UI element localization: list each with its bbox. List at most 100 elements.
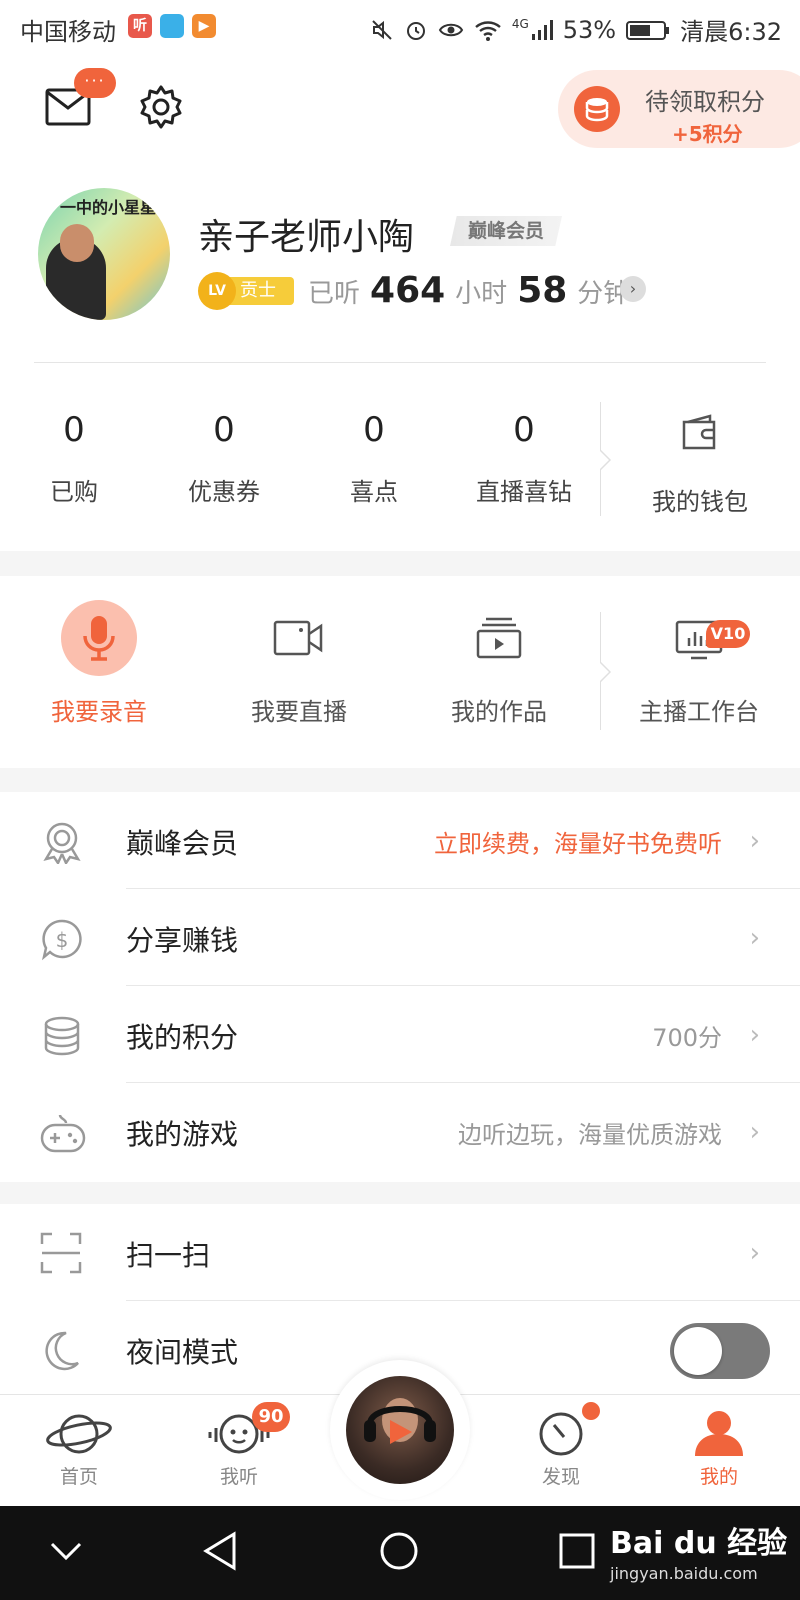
chevron-right-icon[interactable]: › bbox=[620, 276, 646, 302]
wallet-icon bbox=[682, 414, 716, 450]
microphone-icon bbox=[83, 616, 115, 661]
network-type: 4G bbox=[511, 16, 529, 31]
chevron-right-icon: › bbox=[749, 1238, 760, 1268]
chevron-down-icon[interactable] bbox=[46, 1536, 86, 1566]
stat-value: 0 bbox=[213, 410, 235, 450]
recents-icon[interactable] bbox=[558, 1532, 596, 1570]
menu-item-promo: 立即续费，海量好书免费听 bbox=[434, 830, 722, 858]
video-app-icon: ▶ bbox=[192, 14, 216, 38]
menu-item-title: 我的积分 bbox=[126, 1021, 239, 1054]
tab-label: 我的 bbox=[699, 1466, 738, 1488]
divider bbox=[34, 362, 766, 363]
listen-prefix: 已听 bbox=[308, 279, 361, 309]
listen-hours-unit: 小时 bbox=[455, 279, 508, 309]
moon-icon bbox=[45, 1331, 79, 1371]
live-label: 我要直播 bbox=[251, 698, 347, 726]
gamepad-icon bbox=[40, 1114, 86, 1153]
clock: 清晨6:32 bbox=[680, 18, 782, 46]
studio-label: 主播工作台 bbox=[639, 698, 759, 726]
battery-icon bbox=[626, 20, 670, 40]
coin-icon bbox=[574, 86, 620, 132]
menu-item-scan[interactable]: 扫一扫 › bbox=[0, 1204, 800, 1301]
menu-item-title: 扫一扫 bbox=[126, 1239, 211, 1272]
dollar-chat-icon: $ bbox=[41, 919, 82, 961]
settings-button[interactable] bbox=[138, 84, 184, 130]
watermark-url: jingyan.baidu.com bbox=[610, 1564, 758, 1583]
video-camera-icon bbox=[273, 620, 323, 656]
medal-icon bbox=[43, 822, 81, 864]
ximalaya-app-icon: 听 bbox=[128, 14, 152, 38]
alarm-icon bbox=[406, 21, 425, 40]
menu-item-subtitle: 边听边玩，海量优质游戏 bbox=[458, 1121, 722, 1149]
gear-icon bbox=[140, 85, 182, 129]
menu-item-games[interactable]: 我的游戏 边听边玩，海量优质游戏 › bbox=[0, 1083, 800, 1180]
record-audio-button[interactable]: 我要录音 bbox=[14, 600, 184, 727]
works-icon bbox=[476, 617, 522, 659]
carrier-name: 中国移动 bbox=[20, 18, 116, 46]
my-works-button[interactable]: 我的作品 bbox=[414, 600, 584, 727]
stat-label: 已购 bbox=[50, 478, 98, 506]
coins-stack-icon bbox=[44, 1016, 80, 1056]
pending-points-amount: +5积分 bbox=[672, 122, 743, 146]
discover-dot bbox=[582, 1402, 600, 1420]
pending-points-title: 待领取积分 bbox=[645, 88, 765, 116]
stat-label: 直播喜钻 bbox=[476, 478, 572, 506]
planet-icon bbox=[46, 1414, 112, 1454]
menu-item-share-earn[interactable]: $ 分享赚钱 › bbox=[0, 889, 800, 986]
tab-label: 我听 bbox=[219, 1466, 258, 1488]
separator-arrow-icon bbox=[600, 450, 612, 470]
menu-item-title: 巅峰会员 bbox=[126, 827, 239, 860]
vip-tag[interactable]: 巅峰会员 bbox=[450, 216, 563, 246]
separator-arrow-icon bbox=[600, 662, 612, 682]
stat-label: 优惠券 bbox=[188, 478, 260, 506]
tab-label: 发现 bbox=[541, 1466, 580, 1488]
stat-purchased[interactable]: 0 已购 bbox=[4, 410, 144, 507]
avatar-caption: 一中的小星星 bbox=[60, 198, 157, 217]
mute-icon bbox=[372, 19, 392, 40]
level-badge[interactable]: LV bbox=[198, 272, 236, 310]
listen-time[interactable]: 已听 464 小时 58 分钟 bbox=[308, 270, 629, 311]
svg-text:$: $ bbox=[56, 928, 69, 952]
avatar-face-shape bbox=[60, 224, 94, 262]
baidu-watermark: Bai du 经验 jingyan.baidu.com bbox=[610, 1518, 787, 1583]
menu-item-title: 夜间模式 bbox=[126, 1336, 239, 1369]
mic-icon-circle bbox=[61, 600, 137, 676]
battery-percent: 53% bbox=[562, 15, 617, 44]
stat-live-diamonds[interactable]: 0 直播喜钻 bbox=[454, 410, 594, 507]
stat-label: 喜点 bbox=[350, 478, 398, 506]
go-live-button[interactable]: 我要直播 bbox=[214, 600, 384, 727]
now-playing-cover[interactable] bbox=[346, 1376, 454, 1484]
stat-xidian[interactable]: 0 喜点 bbox=[304, 410, 444, 507]
play-icon bbox=[364, 1398, 436, 1444]
home-icon[interactable] bbox=[378, 1530, 420, 1572]
back-icon[interactable] bbox=[200, 1530, 240, 1572]
wifi-icon bbox=[475, 20, 501, 41]
watermark-main: Bai du 经验 bbox=[610, 1526, 788, 1561]
tab-discover[interactable]: 发现 bbox=[506, 1408, 616, 1489]
avatar[interactable]: 一中的小星星 bbox=[38, 188, 170, 320]
signal-icon bbox=[531, 19, 553, 40]
stat-coupons[interactable]: 0 优惠券 bbox=[154, 410, 294, 507]
anchor-studio-button[interactable]: 主播工作台 bbox=[614, 600, 784, 727]
stat-value: 0 bbox=[513, 410, 535, 450]
studio-badge: V10 bbox=[706, 620, 750, 648]
book-app-icon bbox=[160, 14, 184, 38]
chevron-right-icon: › bbox=[749, 923, 760, 953]
listen-minutes: 58 bbox=[517, 270, 568, 311]
username[interactable]: 亲子老师小陶 bbox=[198, 208, 414, 260]
wallet-label[interactable]: 我的钱包 bbox=[640, 482, 760, 517]
stat-value: 0 bbox=[363, 410, 385, 450]
status-right: 4G 53% 清晨6:32 bbox=[370, 12, 782, 47]
tab-label: 首页 bbox=[59, 1466, 98, 1488]
menu-item-vip[interactable]: 巅峰会员 立即续费，海量好书免费听 › bbox=[0, 792, 800, 889]
toggle-knob bbox=[674, 1327, 722, 1375]
tab-mine[interactable]: 我的 bbox=[664, 1408, 774, 1489]
chevron-right-icon: › bbox=[749, 1117, 760, 1147]
scan-icon bbox=[40, 1232, 82, 1274]
wallet-button[interactable] bbox=[680, 412, 722, 454]
menu-item-points[interactable]: 我的积分 700分 › bbox=[0, 986, 800, 1083]
night-mode-toggle[interactable] bbox=[670, 1323, 770, 1379]
tab-home[interactable]: 首页 bbox=[24, 1408, 134, 1489]
stat-value: 0 bbox=[63, 410, 85, 450]
listen-badge: 90 bbox=[252, 1402, 290, 1432]
